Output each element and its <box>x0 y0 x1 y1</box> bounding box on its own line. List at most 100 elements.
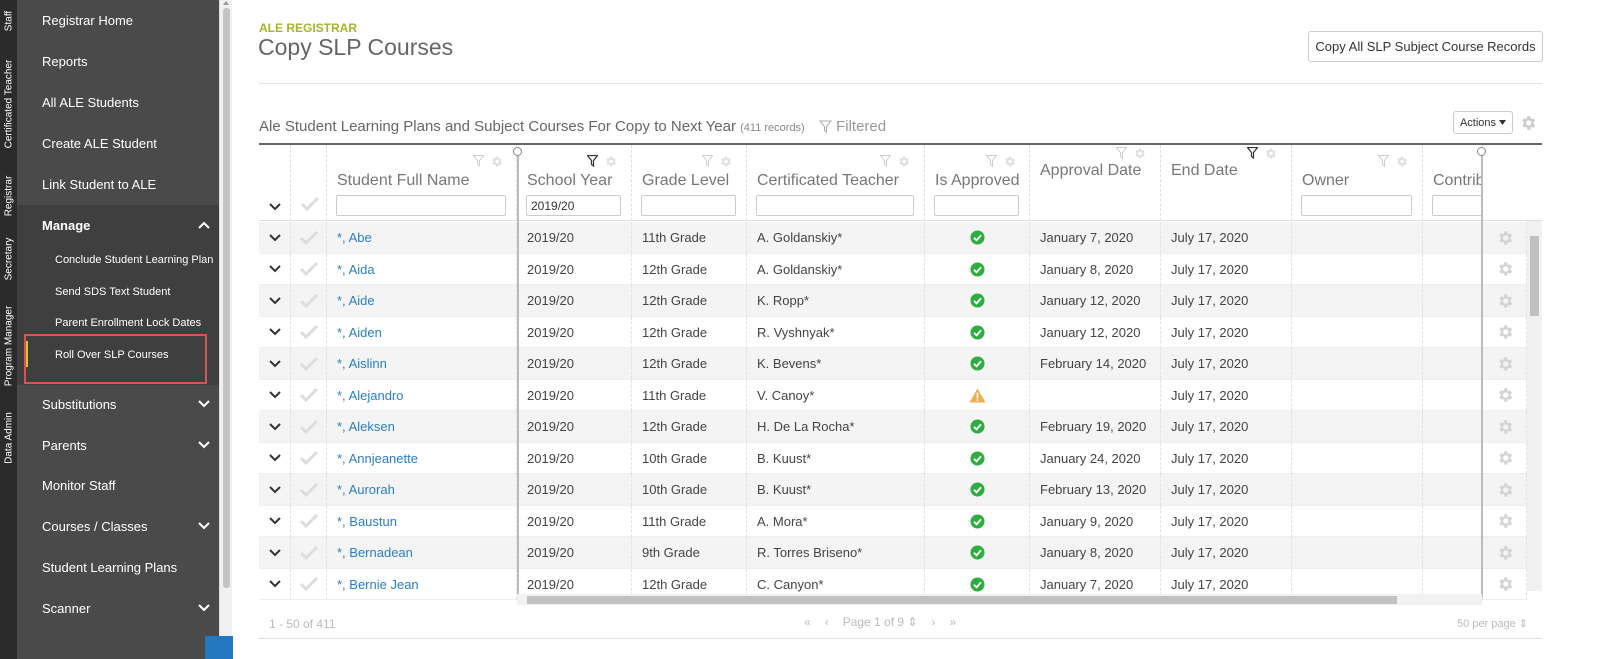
student-name-link[interactable]: *, Aurorah <box>327 474 517 505</box>
student-name-link[interactable]: *, Alejandro <box>327 379 517 411</box>
row-select-checkmark-icon[interactable] <box>291 285 327 316</box>
sidebar-item-substitutions[interactable]: Substitutions <box>17 384 219 425</box>
student-name-link[interactable]: *, Baustun <box>327 505 517 537</box>
grid-vertical-scrollbar[interactable] <box>1527 221 1542 591</box>
per-page-selector[interactable]: 50 per page ⇕ <box>1457 617 1528 630</box>
student-name-link[interactable]: *, Aide <box>327 285 517 316</box>
table-row[interactable]: *, Abe 2019/20 11th Grade A. Goldanskiy* Jan… <box>259 222 1527 254</box>
first-page-icon[interactable]: « <box>804 615 811 629</box>
owner-filter-input[interactable] <box>1301 195 1412 216</box>
grade-level-filter-input[interactable] <box>641 195 736 216</box>
row-select-checkmark-icon[interactable] <box>291 316 327 348</box>
filter-icon[interactable] <box>1116 147 1127 159</box>
sidebar-item-link-student[interactable]: Link Student to ALE <box>17 164 219 205</box>
column-header-contrib[interactable]: Contrib <box>1423 145 1483 221</box>
actions-dropdown[interactable]: Actions <box>1453 111 1513 134</box>
student-name-link[interactable]: *, Aiden <box>327 316 517 348</box>
row-gear-icon[interactable] <box>1483 348 1527 379</box>
row-select-checkmark-icon[interactable] <box>291 537 327 568</box>
row-gear-icon[interactable] <box>1483 285 1527 316</box>
is-approved-filter-input[interactable] <box>934 195 1019 216</box>
row-expand-chevron-icon[interactable] <box>259 253 291 285</box>
table-row[interactable]: *, Aurorah 2019/20 10th Grade B. Kuust* Febr… <box>259 474 1527 506</box>
sidebar-item-create-ale-student[interactable]: Create ALE Student <box>17 123 219 164</box>
row-select-checkmark-icon[interactable] <box>291 411 327 442</box>
row-expand-chevron-icon[interactable] <box>259 537 291 568</box>
row-expand-chevron-icon[interactable] <box>259 285 291 316</box>
role-tab-certificated-teacher[interactable]: Certificated Teacher <box>0 48 17 160</box>
row-gear-icon[interactable] <box>1483 379 1527 411</box>
row-expand-chevron-icon[interactable] <box>259 379 291 411</box>
sidebar-item-scanner[interactable]: Scanner <box>17 588 219 629</box>
role-tab-data-admin[interactable]: Data Admin <box>0 404 17 472</box>
sidebar-item-student-learning-plans[interactable]: Student Learning Plans <box>17 547 219 588</box>
filter-icon[interactable] <box>473 155 484 167</box>
student-name-link[interactable]: *, Bernie Jean <box>327 568 517 600</box>
sidebar-subitem-send-sds-text[interactable]: Send SDS Text Student <box>17 276 219 308</box>
sidebar-scrollbar-thumb[interactable] <box>223 8 230 588</box>
table-row[interactable]: *, Baustun 2019/20 11th Grade A. Mora* Janua… <box>259 505 1527 537</box>
row-select-checkmark-icon[interactable] <box>291 442 327 474</box>
student-name-link[interactable]: *, Annjeanette <box>327 442 517 474</box>
row-gear-icon[interactable] <box>1483 316 1527 348</box>
table-row[interactable]: *, Aleksen 2019/20 12th Grade H. De La Roch… <box>259 411 1527 443</box>
filtered-indicator[interactable]: Filtered <box>818 118 886 135</box>
sidebar-item-courses-classes[interactable]: Courses / Classes <box>17 506 219 547</box>
gear-icon[interactable] <box>1395 155 1408 168</box>
gear-icon[interactable] <box>1003 155 1016 168</box>
table-row[interactable]: *, Aislinn 2019/20 12th Grade K. Bevens* Feb… <box>259 348 1527 380</box>
row-select-checkmark-icon[interactable] <box>291 505 327 537</box>
table-row[interactable]: *, Aiden 2019/20 12th Grade R. Vyshnyak* Jan… <box>259 316 1527 348</box>
table-row[interactable]: *, Aida 2019/20 12th Grade A. Goldanskiy* Ja… <box>259 253 1527 285</box>
column-header-student-name[interactable]: Student Full Name <box>327 145 517 221</box>
row-expand-chevron-icon[interactable] <box>259 568 291 600</box>
column-header-is-approved[interactable]: Is Approved <box>925 145 1030 221</box>
role-tab-registrar[interactable]: Registrar <box>0 168 17 224</box>
row-gear-icon[interactable] <box>1483 474 1527 505</box>
sidebar-item-reports[interactable]: Reports <box>17 41 219 82</box>
copy-all-button[interactable]: Copy All SLP Subject Course Records <box>1308 31 1543 62</box>
row-expand-chevron-icon[interactable] <box>259 222 291 253</box>
filter-icon[interactable] <box>880 155 891 167</box>
gear-icon[interactable] <box>1264 147 1277 160</box>
column-header-end-date[interactable]: End Date <box>1161 145 1292 221</box>
role-tab-program-manager[interactable]: Program Manager <box>0 296 17 396</box>
filter-icon[interactable] <box>702 155 713 167</box>
gear-icon[interactable] <box>604 155 617 168</box>
filter-active-icon[interactable] <box>1247 147 1258 159</box>
grid-horizontal-scroll-thumb[interactable] <box>527 596 1397 604</box>
contrib-filter-input[interactable] <box>1432 195 1482 216</box>
student-name-link[interactable]: *, Aida <box>327 253 517 285</box>
sidebar-item-monitor-staff[interactable]: Monitor Staff <box>17 465 219 506</box>
frozen-column-divider[interactable] <box>517 151 519 597</box>
row-select-checkmark-icon[interactable] <box>291 348 327 379</box>
row-expand-chevron-icon[interactable] <box>259 442 291 474</box>
column-header-owner[interactable]: Owner <box>1292 145 1423 221</box>
student-name-link[interactable]: *, Aislinn <box>327 348 517 379</box>
sidebar-scrollbar[interactable] <box>219 0 232 659</box>
table-row[interactable]: *, Bernadean 2019/20 9th Grade R. Torres Br… <box>259 537 1527 569</box>
teacher-filter-input[interactable] <box>756 195 914 216</box>
table-row[interactable]: *, Annjeanette 2019/20 10th Grade B. Kuust*… <box>259 442 1527 474</box>
prev-page-icon[interactable]: ‹ <box>825 615 829 629</box>
frozen-divider-handle[interactable] <box>513 147 522 156</box>
corner-widget[interactable] <box>205 636 233 659</box>
row-gear-icon[interactable] <box>1483 442 1527 474</box>
last-page-icon[interactable]: » <box>949 615 956 629</box>
student-name-link[interactable]: *, Abe <box>327 222 517 253</box>
checkmark-icon[interactable] <box>301 197 319 211</box>
row-select-checkmark-icon[interactable] <box>291 379 327 411</box>
row-select-checkmark-icon[interactable] <box>291 222 327 253</box>
next-page-icon[interactable]: › <box>931 615 935 629</box>
sidebar-item-all-ale-students[interactable]: All ALE Students <box>17 82 219 123</box>
filter-active-icon[interactable] <box>587 155 598 167</box>
sidebar-subitem-conclude-slp[interactable]: Conclude Student Learning Plan <box>17 244 219 276</box>
column-header-teacher[interactable]: Certificated Teacher <box>747 145 925 221</box>
student-name-link[interactable]: *, Aleksen <box>327 411 517 442</box>
row-select-checkmark-icon[interactable] <box>291 474 327 505</box>
sidebar-item-parents[interactable]: Parents <box>17 425 219 466</box>
role-tab-staff[interactable]: Staff <box>0 0 17 42</box>
gear-icon[interactable] <box>490 155 503 168</box>
row-expand-chevron-icon[interactable] <box>259 505 291 537</box>
gear-icon[interactable] <box>719 155 732 168</box>
